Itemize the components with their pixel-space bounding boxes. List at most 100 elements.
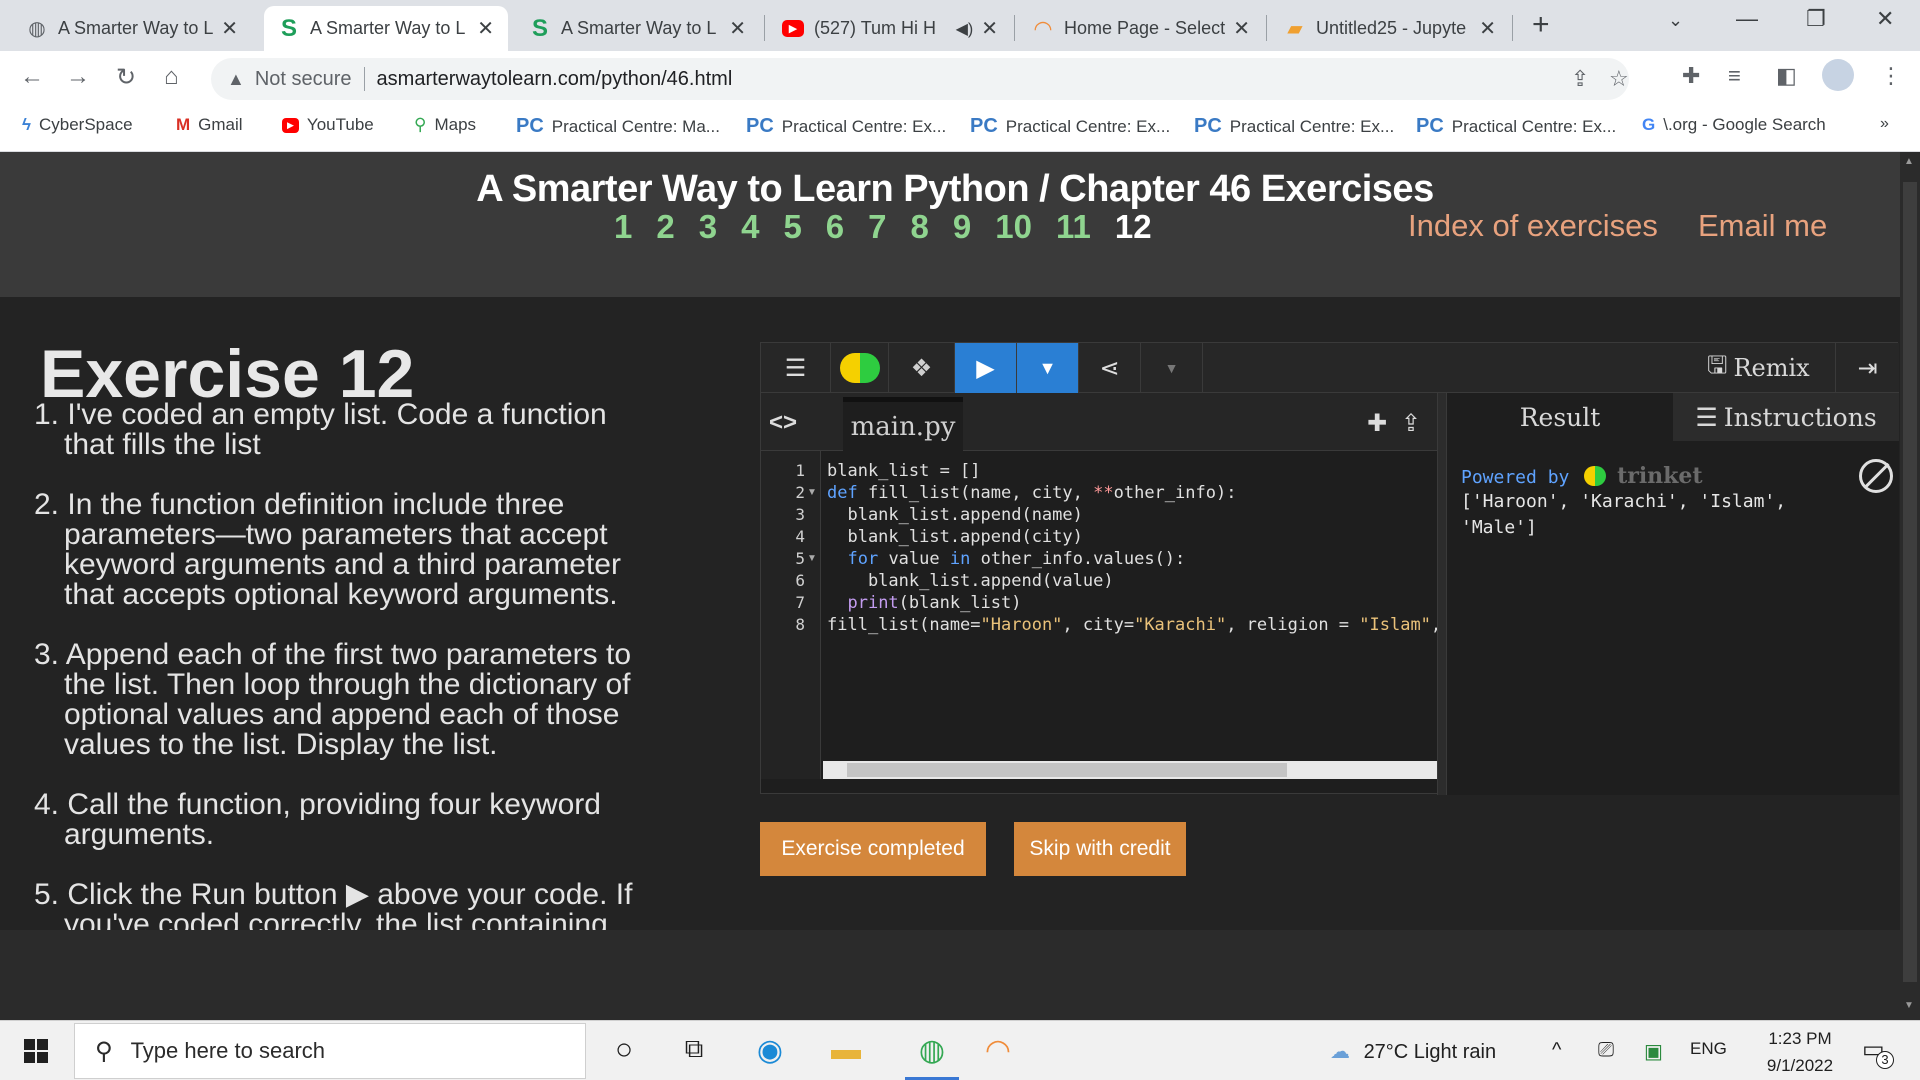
code-line-3[interactable]: blank_list.append(name) [827, 505, 1082, 525]
forward-arrow-icon[interactable]: → [66, 63, 90, 91]
bookmark-google-search[interactable]: G \.org - Google Search [1642, 115, 1826, 135]
audio-playing-icon[interactable]: ◀) [956, 19, 974, 39]
close-tab-icon[interactable]: ✕ [729, 16, 746, 41]
task-view-icon[interactable]: ⧉ [672, 1033, 716, 1065]
chrome-icon[interactable]: ◍ [910, 1033, 954, 1068]
tab-instructions[interactable]: ☰ Instructions [1673, 393, 1899, 441]
run-button[interactable]: ▶ [955, 343, 1017, 393]
exercise-link-5[interactable]: 5 [783, 208, 801, 246]
scroll-up-arrow-icon[interactable]: ▲ [1904, 156, 1914, 167]
exercise-link-9[interactable]: 9 [953, 208, 971, 246]
exercise-link-7[interactable]: 7 [868, 208, 886, 246]
close-tab-icon[interactable]: ✕ [981, 16, 998, 41]
more-bookmarks-chevron-icon[interactable]: » [1880, 115, 1889, 133]
exercise-completed-button[interactable]: Exercise completed [760, 822, 986, 876]
restore-icon[interactable]: ❐ [1806, 6, 1826, 32]
close-tab-icon[interactable]: ✕ [221, 16, 238, 41]
bookmark-practical-centre-2[interactable]: PC Practical Centre: Ex... [746, 115, 946, 138]
home-icon[interactable]: ⌂ [164, 63, 179, 91]
show-hidden-icons-chevron-icon[interactable]: ^ [1552, 1039, 1561, 1062]
back-arrow-icon[interactable]: ← [20, 63, 44, 91]
device-icon[interactable]: ⎚ [1598, 1039, 1614, 1062]
exercise-link-4[interactable]: 4 [741, 208, 759, 246]
language-indicator[interactable]: ENG [1690, 1039, 1727, 1059]
bookmark-maps[interactable]: ⚲ Maps [414, 115, 476, 135]
browser-tab-4[interactable]: ▶ (527) Tum Hi H ◀) ✕ [768, 6, 1012, 51]
email-me-link[interactable]: Email me [1698, 208, 1827, 244]
code-line-7[interactable]: print(blank_list) [827, 593, 1021, 613]
code-line-4[interactable]: blank_list.append(city) [827, 527, 1082, 547]
exercise-link-10[interactable]: 10 [995, 208, 1032, 246]
windows-start-icon[interactable] [24, 1039, 48, 1063]
remix-button[interactable]: 🖫 Remix [1707, 343, 1810, 393]
file-explorer-icon[interactable]: ▬ [824, 1033, 868, 1067]
exercise-link-6[interactable]: 6 [826, 208, 844, 246]
fold-arrow-icon[interactable]: ▼ [807, 553, 817, 564]
browser-tab-1[interactable]: ◍ A Smarter Way to L ✕ [12, 6, 252, 51]
kebab-menu-icon[interactable]: ⋮ [1880, 63, 1902, 89]
scrollbar-thumb[interactable] [847, 763, 1287, 777]
tab-search-chevron-icon[interactable]: ⌄ [1668, 10, 1683, 31]
reload-icon[interactable]: ↻ [116, 63, 136, 92]
browser-tab-5[interactable]: ◠ Home Page - Select ✕ [1018, 6, 1264, 51]
close-tab-icon[interactable]: ✕ [1479, 16, 1496, 41]
weather-widget[interactable]: ☁ 27°C Light rain [1330, 1039, 1496, 1064]
jupyter-app-icon[interactable]: ◠ [976, 1033, 1020, 1068]
close-tab-icon[interactable]: ✕ [1233, 16, 1250, 41]
bookmark-practical-centre-1[interactable]: PC Practical Centre: Ma... [516, 115, 720, 138]
menu-hamburger-icon[interactable]: ☰ [761, 343, 831, 393]
index-of-exercises-link[interactable]: Index of exercises [1408, 208, 1658, 244]
browser-tab-6[interactable]: ▰ Untitled25 - Jupyte ✕ [1270, 6, 1510, 51]
exercise-link-2[interactable]: 2 [656, 208, 674, 246]
login-icon[interactable]: ⇥ [1835, 343, 1899, 393]
share-dropdown-icon[interactable]: ▼ [1141, 343, 1203, 393]
edge-browser-icon[interactable]: ◉ [748, 1033, 792, 1068]
url-text[interactable]: asmarterwaytolearn.com/python/46.html [377, 68, 733, 91]
code-line-2[interactable]: def fill_list(name, city, **other_info): [827, 483, 1236, 503]
new-tab-plus-icon[interactable]: + [1532, 8, 1550, 42]
page-vertical-scrollbar[interactable]: ▲ ▼ [1900, 152, 1920, 1020]
code-line-6[interactable]: blank_list.append(value) [827, 571, 1114, 591]
share-icon[interactable]: ⋖ [1079, 343, 1141, 393]
scrollbar-thumb[interactable] [1903, 182, 1917, 982]
run-options-dropdown-icon[interactable]: ▼ [1017, 343, 1079, 393]
add-file-plus-icon[interactable]: ✚ [1367, 409, 1387, 438]
address-bar[interactable]: ▲ Not secure asmarterwaytolearn.com/pyth… [211, 58, 1629, 100]
warning-triangle-icon[interactable]: ▲ [227, 69, 245, 90]
upload-icon[interactable]: ⇪ [1401, 409, 1421, 438]
exercise-link-3[interactable]: 3 [699, 208, 717, 246]
taskbar-search-box[interactable]: ⚲ Type here to search [74, 1023, 586, 1079]
powered-by-trinket[interactable]: Powered by trinket [1461, 463, 1703, 489]
bookmark-practical-centre-4[interactable]: PC Practical Centre: Ex... [1194, 115, 1394, 138]
bookmark-star-icon[interactable]: ☆ [1609, 66, 1629, 92]
editor-horizontal-scrollbar[interactable] [823, 761, 1437, 779]
code-line-1[interactable]: blank_list = [] [827, 461, 981, 481]
network-battery-icon[interactable]: ▣ [1644, 1039, 1663, 1064]
exercise-link-12-current[interactable]: 12 [1115, 208, 1152, 246]
code-brackets-icon[interactable]: <> [769, 409, 797, 437]
share-icon[interactable]: ⇪ [1571, 66, 1589, 92]
side-panel-icon[interactable]: ◧ [1776, 63, 1797, 89]
fold-arrow-icon[interactable]: ▼ [807, 487, 817, 498]
close-window-icon[interactable]: ✕ [1876, 6, 1894, 32]
extensions-puzzle-icon[interactable]: ✚ [1682, 63, 1700, 89]
browser-tab-3[interactable]: S A Smarter Way to L ✕ [515, 6, 760, 51]
taskbar-clock[interactable]: 1:23 PM 9/1/2022 [1740, 1025, 1860, 1079]
exercise-link-11[interactable]: 11 [1056, 208, 1091, 246]
pane-resize-handle[interactable] [1437, 393, 1447, 795]
exercise-link-8[interactable]: 8 [911, 208, 929, 246]
close-tab-icon[interactable]: ✕ [477, 16, 494, 41]
bookmark-gmail[interactable]: M Gmail [176, 115, 243, 135]
bookmark-practical-centre-5[interactable]: PC Practical Centre: Ex... [1416, 115, 1616, 138]
browser-tab-2[interactable]: S A Smarter Way to L ✕ [264, 6, 508, 51]
code-line-5[interactable]: for value in other_info.values(): [827, 549, 1185, 569]
clear-output-icon[interactable] [1859, 459, 1893, 493]
bookmark-youtube[interactable]: ▶ YouTube [282, 115, 374, 135]
python-icon[interactable]: ❖ [889, 343, 955, 393]
code-line-8[interactable]: fill_list(name="Haroon", city="Karachi",… [827, 615, 1441, 635]
tab-result[interactable]: Result [1447, 393, 1673, 441]
media-control-icon[interactable]: ≡ [1728, 63, 1741, 89]
file-tab-main-py[interactable]: main.py [843, 397, 963, 451]
scroll-down-arrow-icon[interactable]: ▼ [1904, 1000, 1914, 1011]
bookmark-practical-centre-3[interactable]: PC Practical Centre: Ex... [970, 115, 1170, 138]
